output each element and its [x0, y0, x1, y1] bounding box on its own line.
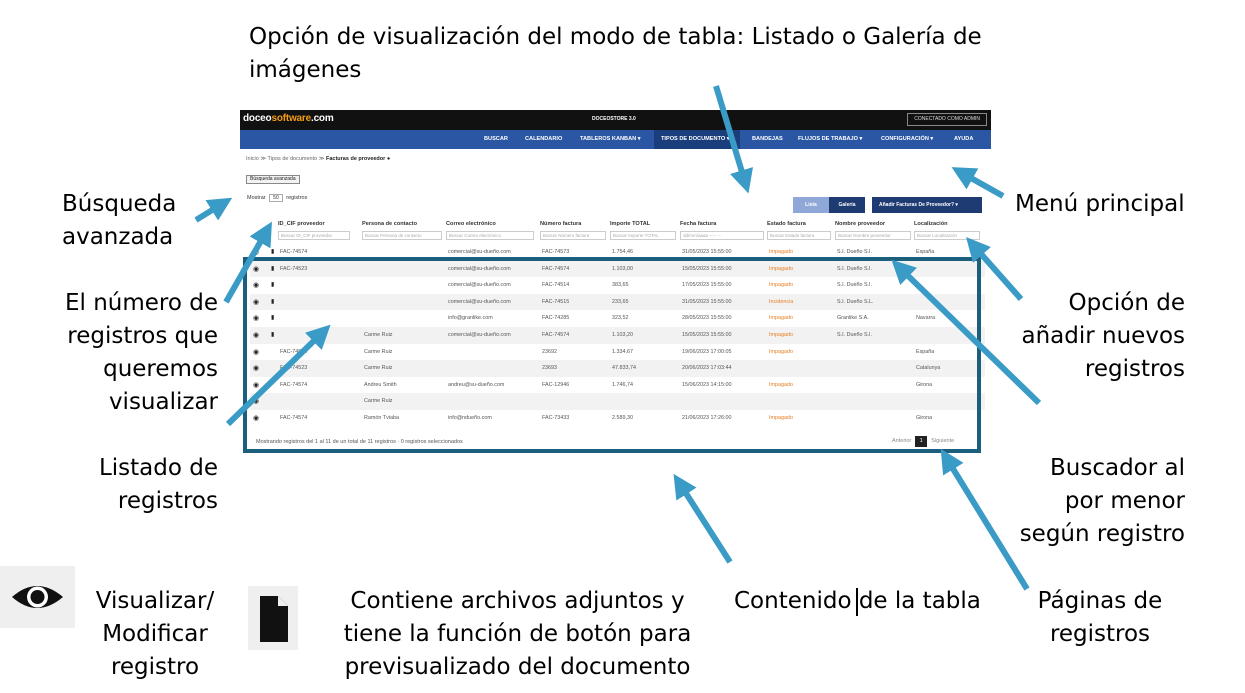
- page-size-select[interactable]: 50: [269, 194, 283, 202]
- column-filter-input[interactable]: Buscar Persona de contacto: [362, 231, 442, 240]
- annotation-add-records: Opción de añadir nuevos registros: [1021, 290, 1186, 382]
- user-session-button[interactable]: CONECTADO COMO ADMIN: [907, 113, 987, 126]
- logo: doceosoftware.com: [243, 113, 334, 124]
- arrow-advanced-search: [194, 197, 233, 223]
- view-mode-toggle: Lista Galería: [793, 197, 865, 213]
- column-header[interactable]: Persona de contacto: [362, 221, 417, 227]
- annotation-record-pages: Páginas de registros: [1037, 588, 1163, 647]
- column-header[interactable]: Fecha factura: [680, 221, 716, 227]
- table-cell: Impagado: [769, 249, 793, 255]
- menu-item-kanban[interactable]: TABLEROS KANBAN ▾: [580, 136, 641, 142]
- table-cell: comercial@su-dueño.com: [448, 249, 511, 255]
- gallery-view-button[interactable]: Galería: [829, 197, 865, 213]
- list-view-button[interactable]: Lista: [793, 197, 829, 213]
- menu-item-bandejas[interactable]: BANDEJAS: [752, 136, 783, 142]
- table-cell: 31/05/2023 15:55:00: [682, 249, 732, 255]
- menu-item-tipos-documento[interactable]: TIPOS DE DOCUMENTO ▾: [661, 136, 730, 142]
- document-icon: [248, 586, 298, 650]
- annotation-detail-search: Buscador al por menor según registro: [1019, 455, 1185, 547]
- top-bar: doceosoftware.com DOCEOSTORE 3.0 CONECTA…: [240, 110, 991, 130]
- add-record-button[interactable]: Añadir Facturas De Proveedor? ▾: [872, 197, 982, 213]
- column-filter-input[interactable]: dd/mm/aaaa --:-- --: [680, 231, 764, 240]
- table-cell: FAC-74574: [280, 249, 308, 255]
- table-cell: FAC-74573: [542, 249, 570, 255]
- annotation-attachments: Contiene archivos adjuntos y tiene la fu…: [343, 588, 692, 680]
- advanced-search-button[interactable]: Búsqueda avanzada: [246, 175, 300, 184]
- menu-item-buscar[interactable]: BUSCAR: [484, 136, 508, 142]
- eye-icon: [0, 566, 75, 628]
- text-cursor: [856, 588, 858, 616]
- menu-item-configuracion[interactable]: CONFIGURACIÓN ▾: [881, 136, 933, 142]
- column-header[interactable]: Correo electrónico: [446, 221, 496, 227]
- annotation-advanced-search: Búsqueda avanzada: [62, 191, 177, 250]
- column-header[interactable]: Localización: [914, 221, 948, 227]
- column-header[interactable]: ID_CIF proveedor: [278, 221, 325, 227]
- column-filter-input[interactable]: Buscar Localización: [914, 231, 980, 240]
- menu-item-flujos[interactable]: FLUJOS DE TRABAJO ▾: [798, 136, 862, 142]
- annotation-main-menu: Menú principal: [1015, 191, 1185, 217]
- column-header[interactable]: Estado factura: [767, 221, 806, 227]
- eye-icon[interactable]: ◉: [253, 248, 259, 256]
- column-filter-input[interactable]: Buscar ID_CIF proveedor: [278, 231, 350, 240]
- column-filter-input[interactable]: Buscar Nombre proveedor: [835, 231, 911, 240]
- column-filter-input[interactable]: Buscar Estado factura: [767, 231, 831, 240]
- arrow-table-content: [673, 473, 733, 564]
- app-title: DOCEOSTORE 3.0: [592, 116, 636, 122]
- breadcrumb: Inicio ≫ Tipos de documento ≫ Facturas d…: [246, 156, 391, 162]
- info-icon: ●: [386, 156, 391, 162]
- column-header[interactable]: Importe TOTAL: [610, 221, 650, 227]
- table-content-highlight: [243, 257, 981, 453]
- table-cell: S.I. Dueño S.I.: [837, 249, 873, 255]
- annotation-view-edit: Visualizar/ Modificar registro: [95, 588, 215, 680]
- annotation-table-mode: Opción de visualización del modo de tabl…: [249, 24, 982, 83]
- main-menu: BUSCAR CALENDARIO TABLEROS KANBAN ▾ TIPO…: [240, 130, 991, 149]
- column-header[interactable]: Número factura: [540, 221, 581, 227]
- annotation-records-count: El número de registros que queremos visu…: [64, 290, 218, 415]
- page-size-control: Mostrar 50 registros: [247, 194, 308, 202]
- column-filter-input[interactable]: Buscar Correo electrónico: [446, 231, 534, 240]
- menu-item-calendario[interactable]: CALENDARIO: [525, 136, 562, 142]
- column-filter-input[interactable]: Buscar Importe TOTAL: [610, 231, 676, 240]
- annotation-table-content: Contenido de la tabla: [734, 588, 981, 614]
- menu-item-ayuda[interactable]: AYUDA: [954, 136, 973, 142]
- column-filter-input[interactable]: Buscar Número factura: [540, 231, 606, 240]
- annotation-records-list: Listado de registros: [98, 455, 218, 514]
- document-icon[interactable]: ▮: [271, 248, 274, 255]
- table-cell: 1.754,46: [612, 249, 633, 255]
- table-cell: España: [916, 249, 935, 255]
- column-header[interactable]: Nombre proveedor: [835, 221, 885, 227]
